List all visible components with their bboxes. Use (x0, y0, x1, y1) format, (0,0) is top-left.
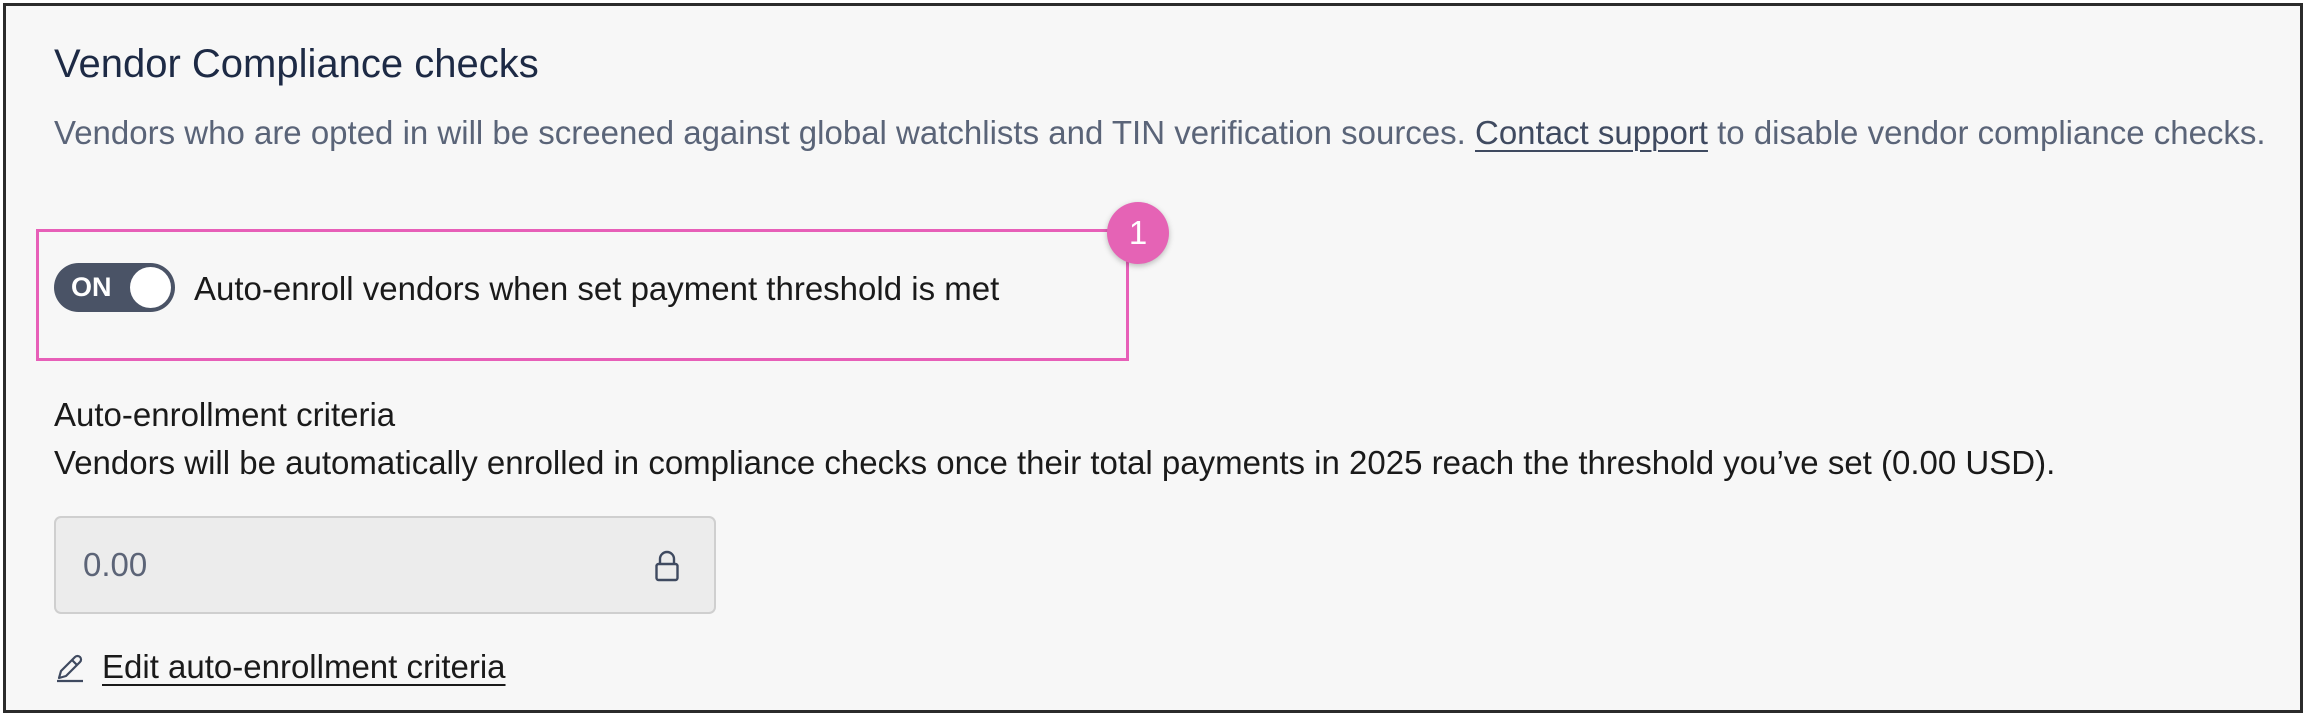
threshold-value: 0.00 (83, 546, 148, 583)
contact-support-link[interactable]: Contact support (1475, 114, 1708, 151)
section-description: Vendors who are opted in will be screene… (54, 108, 2274, 158)
criteria-description: Vendors will be automatically enrolled i… (54, 444, 2056, 481)
edit-criteria-label: Edit auto-enrollment criteria (102, 648, 506, 685)
auto-enroll-label: Auto-enroll vendors when set payment thr… (194, 270, 1000, 307)
description-text: Vendors who are opted in will be screene… (54, 114, 1475, 151)
auto-enroll-toggle[interactable]: ON (54, 263, 175, 312)
toggle-knob (130, 267, 171, 308)
step-number-badge: 1 (1107, 202, 1169, 264)
lock-icon (655, 550, 679, 582)
section-title: Vendor Compliance checks (54, 42, 539, 86)
edit-criteria-link[interactable]: Edit auto-enrollment criteria (54, 644, 506, 689)
description-text-end: to disable vendor compliance checks. (1707, 114, 2266, 151)
toggle-state-label: ON (71, 272, 112, 302)
criteria-heading: Auto-enrollment criteria (54, 396, 396, 433)
compliance-panel: Vendor Compliance checks Vendors who are… (3, 3, 2303, 713)
threshold-input: 0.00 (54, 516, 716, 614)
pencil-icon (57, 654, 83, 682)
